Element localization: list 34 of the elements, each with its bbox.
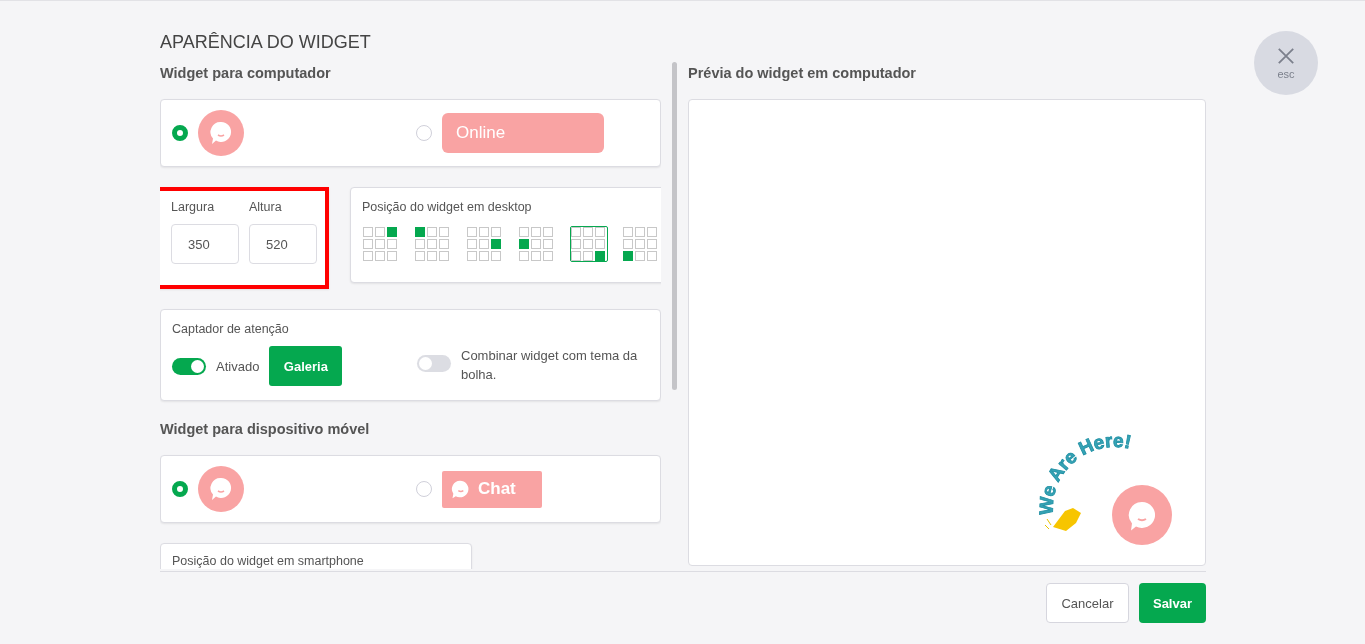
chat-label: Chat [478,479,516,499]
chat-bubble-icon [198,466,244,512]
radio-button[interactable] [172,481,188,497]
scrollbar[interactable] [672,62,677,390]
position-option[interactable] [362,226,400,262]
section-heading: Widget para dispositivo móvel [160,421,371,437]
toggle-label: Ativado [216,358,260,374]
online-tab-preview: Online [442,113,604,153]
speech-bubble-icon [450,479,470,499]
position-option[interactable] [414,226,452,262]
toggle-switch[interactable] [172,357,206,375]
field-label: Captador de atenção [172,322,290,336]
input-field[interactable]: 350 [171,224,239,264]
field-label: Largura [171,200,216,214]
field-label: Altura [249,200,283,214]
section-heading: Prévia do widget em computador [688,65,917,81]
chat-bubble-icon[interactable] [1112,485,1172,545]
field-label: Posição do widget em desktop [362,200,533,214]
position-option[interactable] [518,226,556,262]
cancel-button[interactable]: Cancelar [1046,583,1129,623]
radio-button[interactable] [172,125,188,141]
section-heading: Widget para computador [160,65,332,81]
position-option[interactable] [466,226,504,262]
chat-bubble-icon [198,110,244,156]
position-option[interactable] [622,226,660,262]
position-option[interactable] [570,226,608,262]
field-label: Posição do widget em smartphone [172,554,365,568]
input-field[interactable]: 520 [249,224,317,264]
toggle-switch[interactable] [417,355,451,372]
toggle-label: Combinar widget com tema da bolha. [461,347,639,384]
radio-button[interactable] [416,125,432,141]
radio-button[interactable] [416,481,432,497]
dialog-title: APARÊNCIA DO WIDGET [160,32,372,54]
close-icon [1277,46,1295,65]
